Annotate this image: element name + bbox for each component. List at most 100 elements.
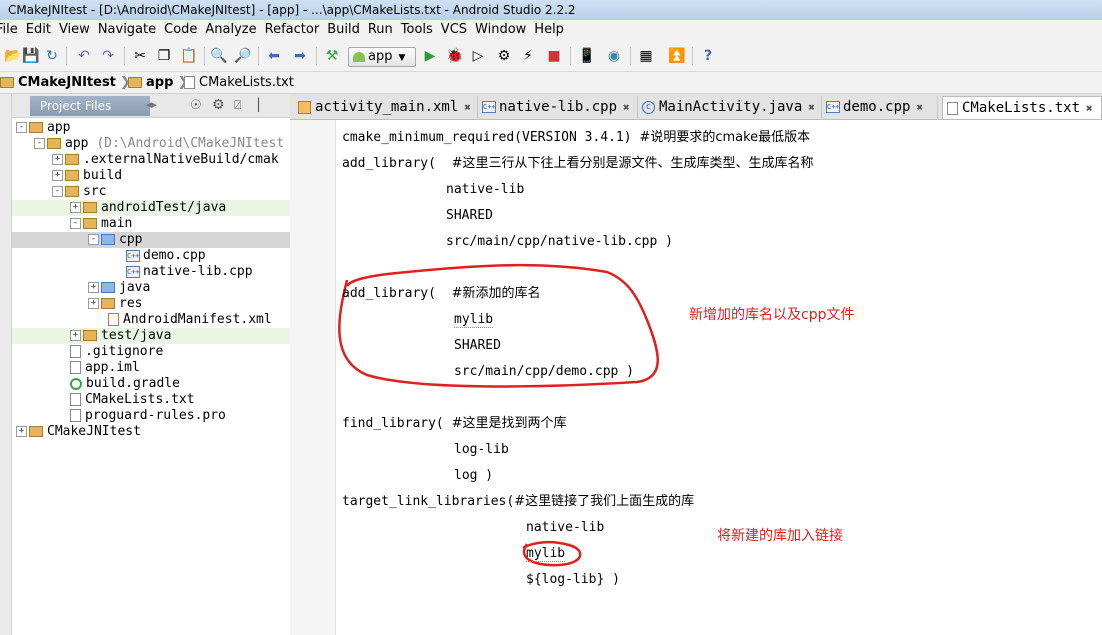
avd-manager-icon[interactable]: 📱 <box>578 48 595 64</box>
tree-item-project-root[interactable]: + CMakeJNItest <box>12 424 290 440</box>
coverage-icon[interactable]: ▷ <box>470 48 486 64</box>
tree-item-gitignore[interactable]: .gitignore <box>12 344 290 360</box>
menu-tools[interactable]: Tools <box>397 20 437 40</box>
code-line-14: native-lib <box>526 520 605 535</box>
run-icon[interactable]: ▶ <box>422 48 438 64</box>
tree-item-cpp[interactable]: - cpp <box>12 232 290 248</box>
run-config-select[interactable]: app ▼ <box>348 47 416 67</box>
tree-item-demo-cpp[interactable]: C++ demo.cpp <box>12 248 290 264</box>
breadcrumb-file[interactable]: CMakeLists.txt <box>184 72 294 94</box>
code-editor[interactable]: cmake_minimum_required(VERSION 3.4.1) #说… <box>337 120 1102 635</box>
close-tab-icon: ✖ <box>464 101 471 114</box>
redo-icon[interactable]: ↷ <box>100 48 116 64</box>
android-icon <box>353 51 365 62</box>
code-line-16: ${log-lib} ) <box>526 572 620 587</box>
sync-icon[interactable]: ↻ <box>44 48 60 64</box>
project-panel: Project Files ◂▸ ☉ ⚙ ⍁ ⎪ - app - app (D:\A… <box>12 94 291 635</box>
tree-item-android-manifest[interactable]: AndroidManifest.xml <box>12 312 290 328</box>
sync-tree-icon[interactable]: ☉ <box>190 98 202 113</box>
code-line-6: add_library( #新添加的库名 <box>342 286 541 301</box>
code-line-9: src/main/cpp/demo.cpp ) <box>454 364 635 379</box>
make-project-icon[interactable]: ⚒ <box>324 48 340 64</box>
apply-changes-icon[interactable]: ⚡ <box>520 48 536 64</box>
code-line-7: mylib <box>454 312 494 328</box>
close-tab-icon: ✖ <box>623 101 630 114</box>
gradle-icon <box>70 377 82 390</box>
tab-activity-main-xml[interactable]: activity_main.xml ✖ <box>294 96 478 119</box>
tree-item-app-iml[interactable]: app.iml <box>12 360 290 376</box>
java-class-icon: c <box>642 100 655 114</box>
code-line-1: cmake_minimum_required(VERSION 3.4.1) #说… <box>342 130 811 145</box>
code-line-11: log-lib <box>454 442 509 457</box>
annotation-new-library: 新增加的库名以及cpp文件 <box>689 307 855 323</box>
menu-run[interactable]: Run <box>364 20 397 40</box>
paste-icon[interactable]: 📋 <box>180 48 197 64</box>
cut-icon[interactable]: ✂ <box>132 48 148 64</box>
window-title: CMakeJNItest - [D:\Android\CMakeJNItest]… <box>0 0 1102 20</box>
back-icon[interactable]: ⬅ <box>266 48 282 64</box>
tree-item-native-lib-cpp[interactable]: C++ native-lib.cpp <box>12 264 290 280</box>
project-view-selector[interactable]: Project Files <box>30 96 150 116</box>
tree-item-test-java[interactable]: + test/java <box>12 328 290 344</box>
sdk-manager-icon[interactable]: ◉ <box>606 48 622 64</box>
xml-file-icon <box>298 100 311 114</box>
tree-item-src[interactable]: - src <box>12 184 290 200</box>
attach-debugger-icon[interactable]: ⚙ <box>496 48 512 64</box>
tree-item-android-test[interactable]: + androidTest/java <box>12 200 290 216</box>
view-options-icon[interactable]: ◂▸ <box>146 98 157 111</box>
tab-main-activity-java[interactable]: c MainActivity.java ✖ <box>638 96 822 119</box>
menu-window[interactable]: Window <box>471 20 530 40</box>
menu-analyze[interactable]: Analyze <box>201 20 260 40</box>
cpp-file-icon: C++ <box>126 249 140 262</box>
code-line-15: mylib <box>526 546 566 562</box>
settings-icon[interactable]: ⚙ <box>212 97 225 113</box>
tree-item-app-root[interactable]: - app <box>12 120 290 136</box>
annotation-link-library: 将新建的库加入链接 <box>717 528 843 544</box>
tree-item-main[interactable]: - main <box>12 216 290 232</box>
breadcrumb-project[interactable]: CMakeJNItest ❯ <box>0 72 131 94</box>
open-icon[interactable]: 📂 <box>4 48 21 64</box>
tool-window-stripe[interactable] <box>0 94 12 635</box>
menu-help[interactable]: Help <box>530 20 568 40</box>
menu-file[interactable]: File <box>0 20 22 40</box>
help-icon[interactable]: ? <box>700 48 716 64</box>
code-line-8: SHARED <box>454 338 501 353</box>
stop-icon[interactable]: ■ <box>546 48 562 64</box>
copy-icon[interactable]: ❐ <box>156 48 172 64</box>
tree-item-java[interactable]: + java <box>12 280 290 296</box>
debug-icon[interactable]: 🐞 <box>446 48 463 64</box>
menu-refactor[interactable]: Refactor <box>261 20 324 40</box>
cpp-file-icon: C++ <box>126 265 140 278</box>
menu-vcs[interactable]: VCS <box>437 20 471 40</box>
editor-gutter <box>290 120 336 635</box>
tree-item-cmakelists[interactable]: CMakeLists.txt <box>12 392 290 408</box>
tree-item-build-gradle[interactable]: build.gradle <box>12 376 290 392</box>
tree-item-proguard-rules[interactable]: proguard-rules.pro <box>12 408 290 424</box>
monitor-icon[interactable]: ⏫ <box>668 48 685 64</box>
breadcrumb-app[interactable]: app ❯ <box>128 72 188 94</box>
menu-build[interactable]: Build <box>323 20 364 40</box>
tree-item-app-module[interactable]: - app (D:\Android\CMakeJNItest <box>12 136 290 152</box>
tree-item-res[interactable]: + res <box>12 296 290 312</box>
menu-view[interactable]: View <box>55 20 94 40</box>
close-tab-icon: ✖ <box>808 101 815 114</box>
tab-demo-cpp[interactable]: C++ demo.cpp ✖ <box>822 96 938 119</box>
project-structure-icon[interactable]: ▦ <box>638 48 654 64</box>
menu-code[interactable]: Code <box>160 20 201 40</box>
undo-icon[interactable]: ↶ <box>76 48 92 64</box>
tree-item-external-native-build[interactable]: + .externalNativeBuild/cmak <box>12 152 290 168</box>
main-toolbar: 📂 💾 ↻ ↶ ↷ ✂ ❐ 📋 🔍 🔎 ⬅ ➡ ⚒ app ▼ ▶ 🐞 ▷ ⚙ ⚡… <box>0 40 1102 72</box>
tree-item-build[interactable]: + build <box>12 168 290 184</box>
menu-edit[interactable]: Edit <box>22 20 55 40</box>
save-icon[interactable]: 💾 <box>22 48 39 64</box>
forward-icon[interactable]: ➡ <box>292 48 308 64</box>
run-config-label: app <box>368 49 393 64</box>
tab-native-lib-cpp[interactable]: C++ native-lib.cpp ✖ <box>478 96 638 119</box>
find-icon[interactable]: 🔍 <box>210 48 227 64</box>
replace-icon[interactable]: 🔎 <box>234 48 251 64</box>
tab-cmakelists-txt[interactable]: CMakeLists.txt ✖ <box>942 96 1102 119</box>
pin-icon[interactable]: ⎪ <box>254 98 263 112</box>
hide-panel-icon[interactable]: ⍁ <box>234 98 241 113</box>
menu-navigate[interactable]: Navigate <box>94 20 160 40</box>
close-tab-icon: ✖ <box>916 101 924 114</box>
